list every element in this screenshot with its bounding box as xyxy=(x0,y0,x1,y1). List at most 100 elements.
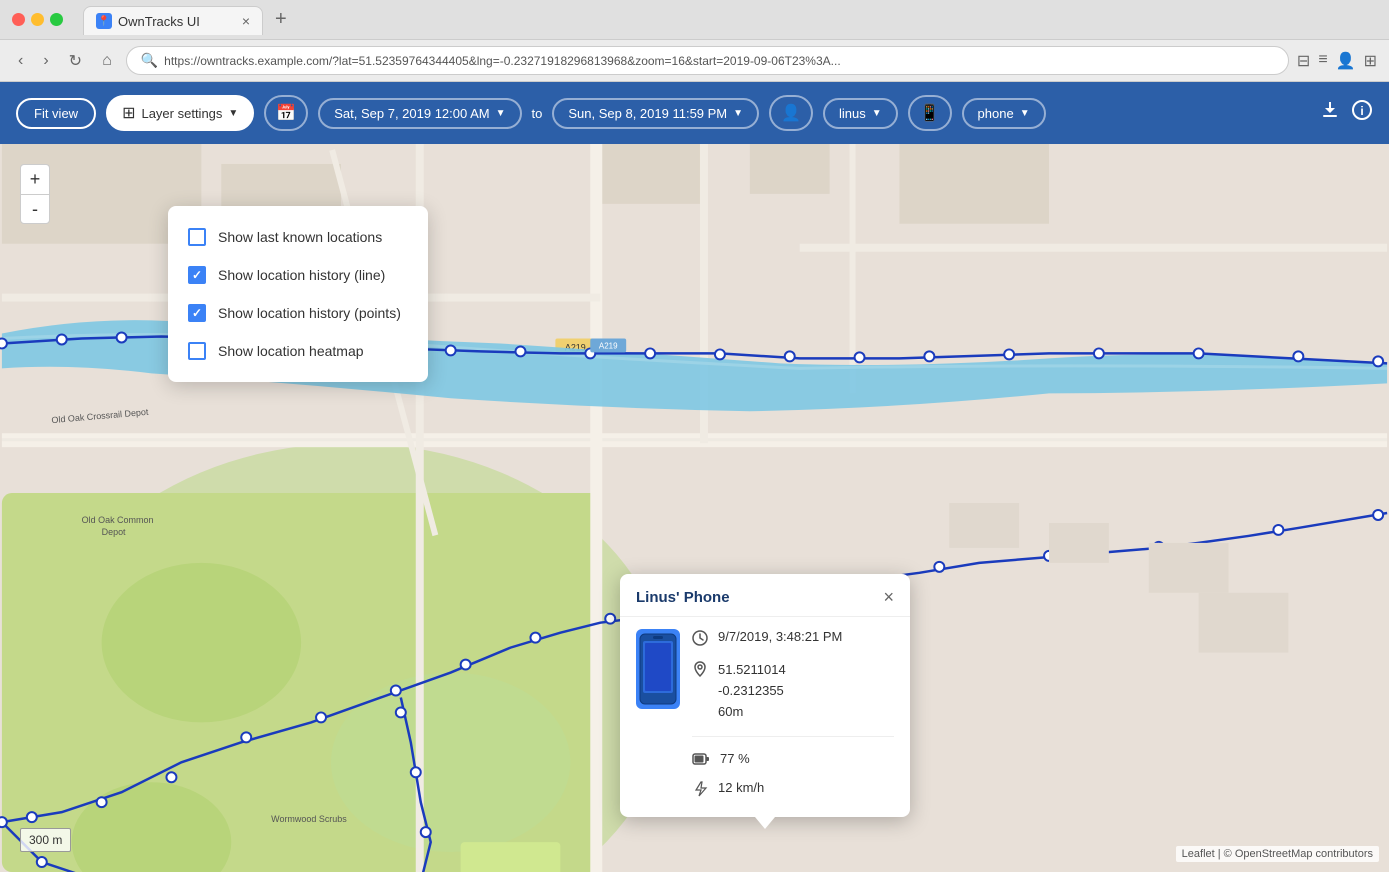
url-bar[interactable]: 🔍 https://owntracks.example.com/?lat=51.… xyxy=(126,46,1289,75)
user-label: linus xyxy=(839,106,866,121)
attribution-text: Leaflet | © OpenStreetMap contributors xyxy=(1182,848,1373,860)
layer-option-heatmap[interactable]: Show location heatmap xyxy=(168,332,428,370)
layer-option-history-points[interactable]: ✓ Show location history (points) xyxy=(168,294,428,332)
layer-settings-button[interactable]: ⊞ Layer settings ▼ xyxy=(106,95,254,131)
popup-phone-image xyxy=(636,629,680,709)
scale-bar: 300 m xyxy=(20,828,71,852)
svg-text:Depot: Depot xyxy=(102,527,126,537)
end-date-chevron-icon: ▼ xyxy=(733,108,743,119)
back-button[interactable]: ‹ xyxy=(12,48,29,74)
nav-bar: ‹ › ↻ ⌂ 🔍 https://owntracks.example.com/… xyxy=(0,40,1389,82)
history-points-label: Show location history (points) xyxy=(218,305,401,321)
popup-battery-row: 77 % xyxy=(692,751,894,770)
popup-close-button[interactable]: × xyxy=(883,588,894,606)
minimize-window-button[interactable] xyxy=(31,13,44,26)
home-button[interactable]: ⌂ xyxy=(96,48,118,74)
browser-frame: 📍 OwnTracks UI × + ‹ › ↻ ⌂ 🔍 https://own… xyxy=(0,0,1389,872)
svg-text:Old Oak Common: Old Oak Common xyxy=(82,515,154,525)
chevron-down-icon: ▼ xyxy=(228,108,238,119)
last-known-checkbox[interactable] xyxy=(188,228,206,246)
layer-option-last-known[interactable]: Show last known locations xyxy=(168,218,428,256)
popup-altitude: 60m xyxy=(718,702,786,723)
phone-label: phone xyxy=(978,106,1014,121)
check-icon-2: ✓ xyxy=(192,306,202,320)
browser-menu-icon[interactable]: ≡ xyxy=(1318,51,1327,71)
tab-bar: 📍 OwnTracks UI × + xyxy=(83,4,1377,35)
history-points-checkbox[interactable]: ✓ xyxy=(188,304,206,322)
end-date-button[interactable]: Sun, Sep 8, 2019 11:59 PM ▼ xyxy=(552,98,759,129)
popup-coordinates: 51.5211014 -0.2312355 60m xyxy=(718,660,786,722)
start-date-button[interactable]: Sat, Sep 7, 2019 12:00 AM ▼ xyxy=(318,98,521,129)
popup-location-row: 51.5211014 -0.2312355 60m xyxy=(692,660,894,722)
info-button[interactable]: i xyxy=(1351,99,1373,127)
popup-title: Linus' Phone xyxy=(636,589,730,606)
reload-button[interactable]: ↻ xyxy=(63,47,88,75)
layer-dropdown: Show last known locations ✓ Show locatio… xyxy=(168,206,428,382)
popup-body: 9/7/2019, 3:48:21 PM 51.5211014 -0.23123… xyxy=(620,617,910,817)
tab-favicon-icon: 📍 xyxy=(96,13,112,29)
fullscreen-window-button[interactable] xyxy=(50,13,63,26)
new-tab-button[interactable]: + xyxy=(267,4,295,35)
phone-select-button[interactable]: phone ▼ xyxy=(962,98,1046,129)
fit-view-button[interactable]: Fit view xyxy=(16,98,96,129)
tab-close-button[interactable]: × xyxy=(242,13,250,29)
nav-icons: ⊟ ≡ 👤 ⊞ xyxy=(1297,51,1377,71)
popup-timestamp: 9/7/2019, 3:48:21 PM xyxy=(718,629,842,644)
user-select-button[interactable]: linus ▼ xyxy=(823,98,898,129)
popup-speed: 12 km/h xyxy=(718,780,764,795)
battery-icon xyxy=(692,752,710,770)
history-line-label: Show location history (line) xyxy=(218,267,385,283)
download-icon xyxy=(1319,99,1341,121)
download-button[interactable] xyxy=(1319,99,1341,127)
popup-timestamp-row: 9/7/2019, 3:48:21 PM xyxy=(692,629,894,650)
popup-divider xyxy=(692,736,894,737)
end-date-label: Sun, Sep 8, 2019 11:59 PM xyxy=(568,106,727,121)
zoom-out-button[interactable]: - xyxy=(20,194,50,224)
svg-text:Wormwood Scrubs: Wormwood Scrubs xyxy=(271,814,347,824)
info-icon: i xyxy=(1351,99,1373,121)
account-icon[interactable]: 👤 xyxy=(1336,51,1356,71)
speed-lightning-icon xyxy=(692,781,708,801)
tab-title: OwnTracks UI xyxy=(118,14,200,29)
svg-text:A219: A219 xyxy=(599,341,618,350)
start-date-chevron-icon: ▼ xyxy=(496,108,506,119)
calendar-button[interactable]: 📅 xyxy=(264,95,308,131)
browser-tab[interactable]: 📍 OwnTracks UI × xyxy=(83,6,263,35)
map-controls: + - xyxy=(20,164,50,224)
user-icon-button[interactable]: 👤 xyxy=(769,95,813,131)
start-date-label: Sat, Sep 7, 2019 12:00 AM xyxy=(334,106,489,121)
to-label: to xyxy=(532,106,543,121)
url-text: https://owntracks.example.com/?lat=51.52… xyxy=(164,54,840,68)
zoom-in-button[interactable]: + xyxy=(20,164,50,194)
forward-button[interactable]: › xyxy=(37,48,54,74)
bookmarks-icon[interactable]: ⊟ xyxy=(1297,51,1310,71)
heatmap-label: Show location heatmap xyxy=(218,343,364,359)
last-known-label: Show last known locations xyxy=(218,229,382,245)
popup-speed-row: 12 km/h xyxy=(692,780,894,801)
history-line-checkbox[interactable]: ✓ xyxy=(188,266,206,284)
phone-device-icon xyxy=(639,633,677,705)
map-attribution: Leaflet | © OpenStreetMap contributors xyxy=(1176,846,1379,862)
device-icon-button[interactable]: 📱 xyxy=(908,95,952,131)
scale-label: 300 m xyxy=(29,833,62,847)
extensions-icon[interactable]: ⊞ xyxy=(1364,51,1377,71)
traffic-lights xyxy=(12,13,63,26)
svg-text:i: i xyxy=(1360,104,1363,118)
heatmap-checkbox[interactable] xyxy=(188,342,206,360)
layers-icon: ⊞ xyxy=(122,103,135,123)
check-icon: ✓ xyxy=(192,268,202,282)
layer-settings-label: Layer settings xyxy=(141,106,222,121)
location-pin-icon xyxy=(692,661,708,681)
phone-chevron-icon: ▼ xyxy=(1020,108,1030,119)
clock-icon xyxy=(692,630,708,650)
close-window-button[interactable] xyxy=(12,13,25,26)
popup-longitude: -0.2312355 xyxy=(718,681,786,702)
popup-battery: 77 % xyxy=(720,751,750,766)
popup-tail xyxy=(755,817,775,829)
app-toolbar: Fit view ⊞ Layer settings ▼ 📅 Sat, Sep 7… xyxy=(0,82,1389,144)
map-container[interactable]: A219 A219 xyxy=(0,144,1389,872)
popup-header: Linus' Phone × xyxy=(620,574,910,617)
popup-info: 9/7/2019, 3:48:21 PM 51.5211014 -0.23123… xyxy=(692,629,894,801)
popup-latitude: 51.5211014 xyxy=(718,660,786,681)
layer-option-history-line[interactable]: ✓ Show location history (line) xyxy=(168,256,428,294)
